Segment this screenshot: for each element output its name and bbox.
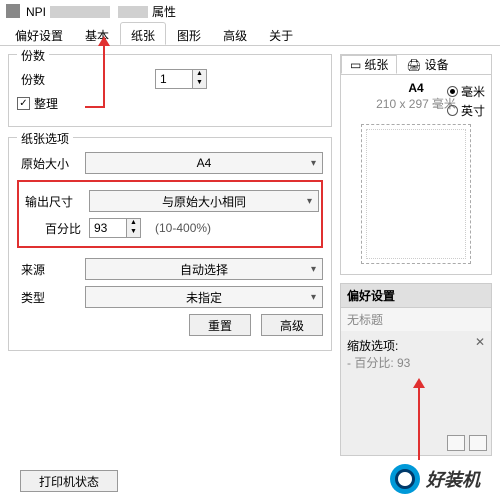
collate-checkbox[interactable]: ✓ 整理 xyxy=(17,95,58,112)
percent-hint: (10-400%) xyxy=(155,221,211,235)
percent-spin-up[interactable]: ▲ xyxy=(127,219,140,228)
pref-icon-2[interactable] xyxy=(469,435,487,451)
copies-group: 份数 份数 ▲ ▼ ✓ 整理 xyxy=(8,54,332,127)
output-size-label: 输出尺寸 xyxy=(21,193,81,210)
pref-icon-1[interactable] xyxy=(447,435,465,451)
unit-inch[interactable]: 英寸 xyxy=(447,102,485,119)
printer-status-button[interactable]: 打印机状态 xyxy=(20,470,118,492)
pref-box: 偏好设置 无标题 ✕ 缩放选项: - 百分比: 93 xyxy=(340,283,492,456)
annotation-arrow-2 xyxy=(418,380,420,460)
paper-preview xyxy=(361,124,471,264)
advanced-button[interactable]: 高级 xyxy=(261,314,323,336)
source-dropdown[interactable]: 自动选择 xyxy=(85,258,323,280)
orig-size-label: 原始大小 xyxy=(17,155,77,172)
percent-spin-down[interactable]: ▼ xyxy=(127,228,140,237)
subtab-paper[interactable]: ▭ 纸张 xyxy=(341,55,397,74)
orig-size-dropdown[interactable]: A4 xyxy=(85,152,323,174)
watermark-text: 好装机 xyxy=(426,466,480,492)
type-label: 类型 xyxy=(17,289,77,306)
tab-about[interactable]: 关于 xyxy=(258,22,304,45)
tab-paper[interactable]: 纸张 xyxy=(120,22,166,45)
close-icon[interactable]: ✕ xyxy=(475,335,485,349)
pref-scale-head: 缩放选项: xyxy=(347,337,485,354)
pref-title: 偏好设置 xyxy=(341,284,491,307)
sub-tabs: ▭ 纸张 🖨 设备 xyxy=(341,55,491,75)
tab-advanced[interactable]: 高级 xyxy=(212,22,258,45)
tab-graphics[interactable]: 图形 xyxy=(166,22,212,45)
pref-scale-line: - 百分比: 93 xyxy=(347,354,485,371)
app-icon xyxy=(6,4,20,18)
subtab-device[interactable]: 🖨 设备 xyxy=(397,55,457,74)
paper-options-title: 纸张选项 xyxy=(17,130,73,147)
tab-preferences[interactable]: 偏好设置 xyxy=(4,22,74,45)
annotation-arrow-1 xyxy=(103,38,105,108)
titlebar: NPI属性 xyxy=(0,0,500,22)
paper-options-group: 纸张选项 原始大小 A4 输出尺寸 与原始大小相同 百分比 ▲ ▼ xyxy=(8,137,332,351)
percent-label: 百分比 xyxy=(21,220,81,237)
watermark-logo-icon xyxy=(390,464,420,494)
percent-input[interactable] xyxy=(89,218,127,238)
paper-icon: ▭ xyxy=(350,58,361,72)
copies-label: 份数 xyxy=(17,71,77,88)
watermark: 好装机 xyxy=(390,464,480,494)
device-icon: 🖨 xyxy=(406,58,421,72)
output-size-dropdown[interactable]: 与原始大小相同 xyxy=(89,190,319,212)
copies-spin-down[interactable]: ▼ xyxy=(193,79,206,88)
source-label: 来源 xyxy=(17,261,77,278)
reset-button[interactable]: 重置 xyxy=(189,314,251,336)
main-tabs: 偏好设置 基本 纸张 图形 高级 关于 xyxy=(0,22,500,46)
pref-subtitle: 无标题 xyxy=(341,307,491,331)
check-icon: ✓ xyxy=(17,97,30,110)
copies-spin-up[interactable]: ▲ xyxy=(193,70,206,79)
type-dropdown[interactable]: 未指定 xyxy=(85,286,323,308)
unit-mm[interactable]: 毫米 xyxy=(447,83,485,100)
copies-group-title: 份数 xyxy=(17,47,49,64)
highlight-box: 输出尺寸 与原始大小相同 百分比 ▲ ▼ (10-400%) xyxy=(17,180,323,248)
copies-input[interactable] xyxy=(155,69,193,89)
unit-radios: 毫米 英寸 xyxy=(447,83,485,119)
window-title: NPI属性 xyxy=(26,3,176,20)
